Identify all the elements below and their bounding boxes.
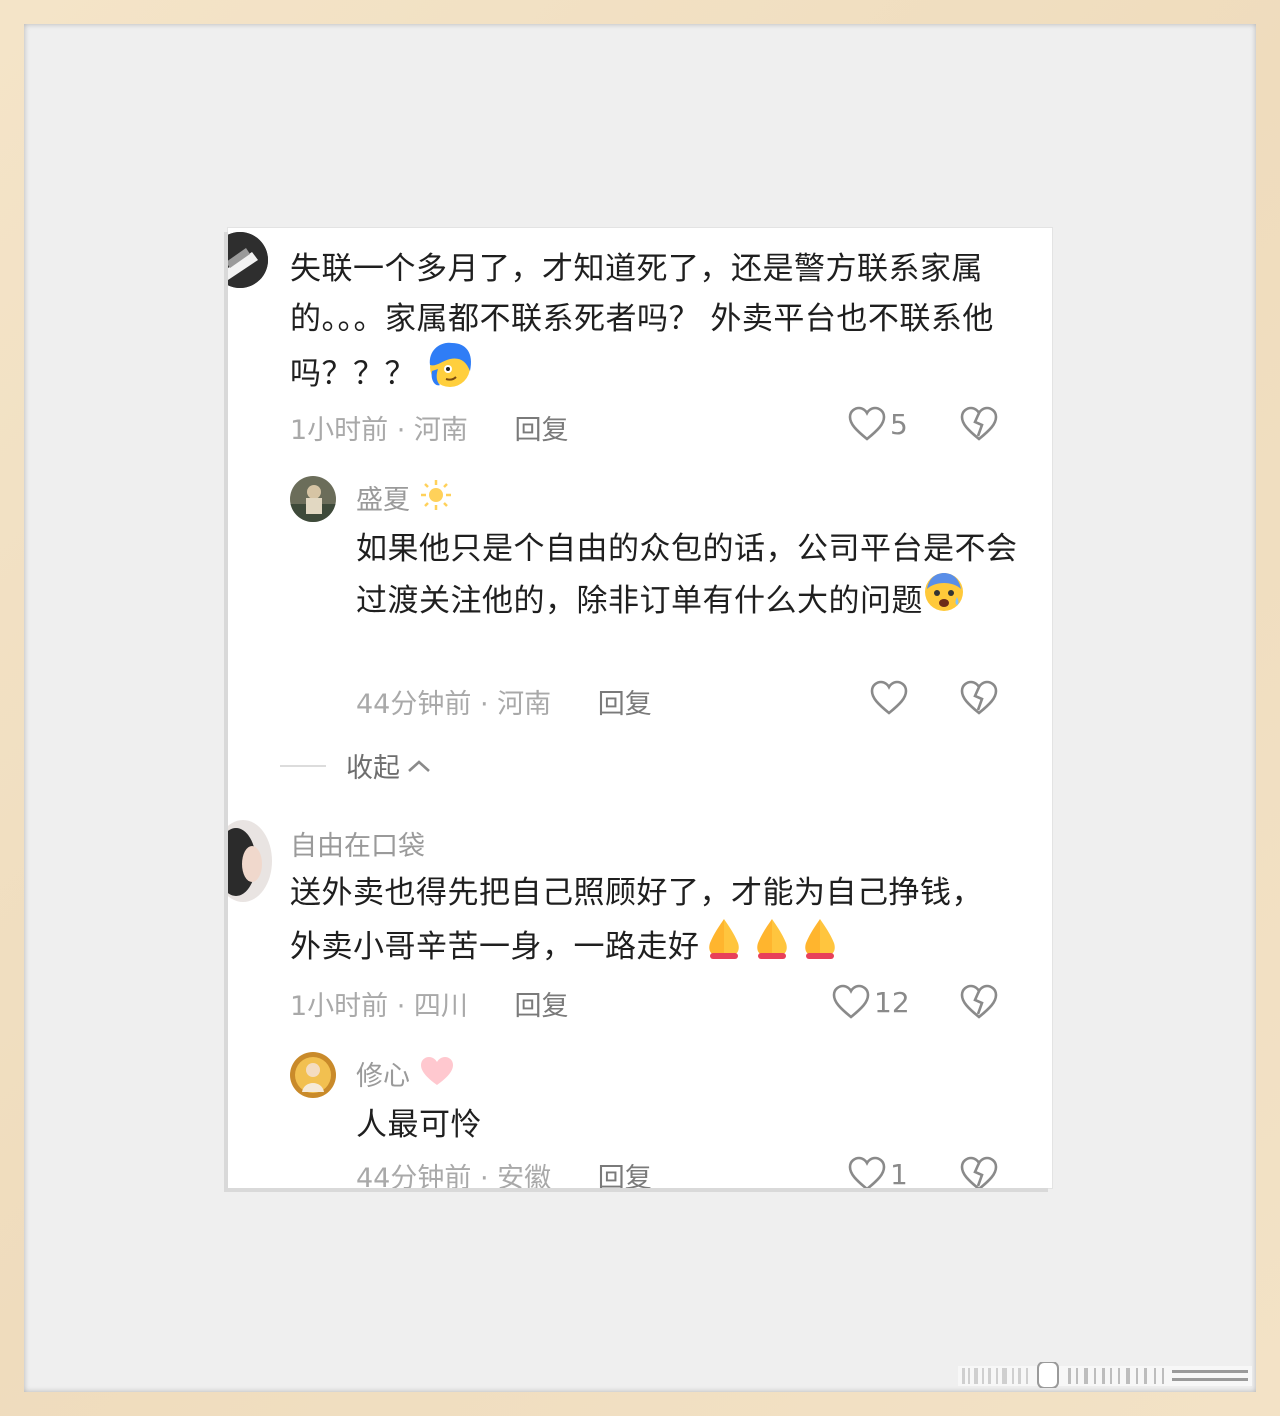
time-location: 1小时前 · 河南 <box>290 415 468 446</box>
reply-author[interactable]: 盛夏 <box>356 478 453 522</box>
like-count: 12 <box>874 985 910 1019</box>
dislike-button[interactable] <box>960 406 998 442</box>
comment-author[interactable]: 自由在口袋 <box>290 824 425 863</box>
barcode-decoration <box>958 1362 1252 1388</box>
like-button[interactable]: 12 <box>832 984 910 1020</box>
avatar[interactable] <box>228 820 272 902</box>
like-button[interactable] <box>870 680 912 716</box>
dislike-button[interactable] <box>960 1156 998 1188</box>
collapse-replies-button[interactable]: 收起 <box>280 746 432 785</box>
time-location: 44分钟前 · 河南 <box>356 689 552 720</box>
comment-screenshot: 失联一个多月了，才知道死了，还是警方联系家属的。。。家属都不联系死者吗？ 外卖平… <box>228 228 1052 1188</box>
reply-meta: 44分钟前 · 河南 回复 <box>356 682 652 721</box>
blue-hair-face-emoji-icon <box>426 341 474 404</box>
like-button[interactable]: 1 <box>848 1156 908 1188</box>
sun-emoji-icon <box>419 478 453 519</box>
heart-icon <box>832 984 870 1019</box>
dislike-button[interactable] <box>960 984 998 1020</box>
heart-icon <box>870 680 908 715</box>
broken-heart-icon <box>960 1156 998 1188</box>
avatar-image-icon <box>228 232 268 288</box>
avatar[interactable] <box>290 1052 336 1098</box>
reply-button[interactable]: 回复 <box>598 689 652 720</box>
avatar-image-icon <box>228 820 272 902</box>
collapse-label: 收起 <box>346 753 400 784</box>
reply-author[interactable]: 修心 <box>356 1054 455 1097</box>
anxious-face-emoji-icon <box>923 571 965 628</box>
comment-text: 送外卖也得先把自己照顾好了，才能为自己挣钱，外卖小哥辛苦一身，一路走好 <box>290 868 1000 979</box>
folded-hands-emoji-icon <box>700 915 844 976</box>
time-location: 1小时前 · 四川 <box>290 991 468 1022</box>
time-location: 44分钟前 · 安徽 <box>356 1163 552 1188</box>
avatar[interactable] <box>228 232 268 288</box>
comment-meta: 1小时前 · 四川 回复 <box>290 984 569 1023</box>
avatar-image-icon <box>290 1052 336 1098</box>
like-count: 5 <box>890 407 908 441</box>
reply-text: 人最可怜 <box>356 1107 482 1143</box>
avatar-image-icon <box>290 476 336 522</box>
pink-heart-emoji-icon <box>419 1055 455 1094</box>
divider <box>280 764 326 767</box>
reply-button[interactable]: 回复 <box>515 991 569 1022</box>
comment-meta: 1小时前 · 河南 回复 <box>290 408 569 447</box>
heart-icon <box>848 406 886 441</box>
like-button[interactable]: 5 <box>848 406 908 442</box>
reply-meta: 44分钟前 · 安徽 回复 <box>356 1156 652 1188</box>
avatar[interactable] <box>290 476 336 522</box>
dislike-button[interactable] <box>960 680 998 716</box>
like-count: 1 <box>890 1157 908 1189</box>
reply-text: 如果他只是个自由的众包的话，公司平台是不会过渡关注他的，除非订单有什么大的问题 <box>356 524 1020 631</box>
reply-button[interactable]: 回复 <box>515 415 569 446</box>
broken-heart-icon <box>960 984 998 1019</box>
broken-heart-icon <box>960 406 998 441</box>
heart-icon <box>848 1156 886 1188</box>
broken-heart-icon <box>960 680 998 715</box>
chevron-up-icon <box>408 759 430 772</box>
comment-text: 失联一个多月了，才知道死了，还是警方联系家属的。。。家属都不联系死者吗？ 外卖平… <box>290 244 1020 407</box>
reply-button[interactable]: 回复 <box>598 1163 652 1188</box>
